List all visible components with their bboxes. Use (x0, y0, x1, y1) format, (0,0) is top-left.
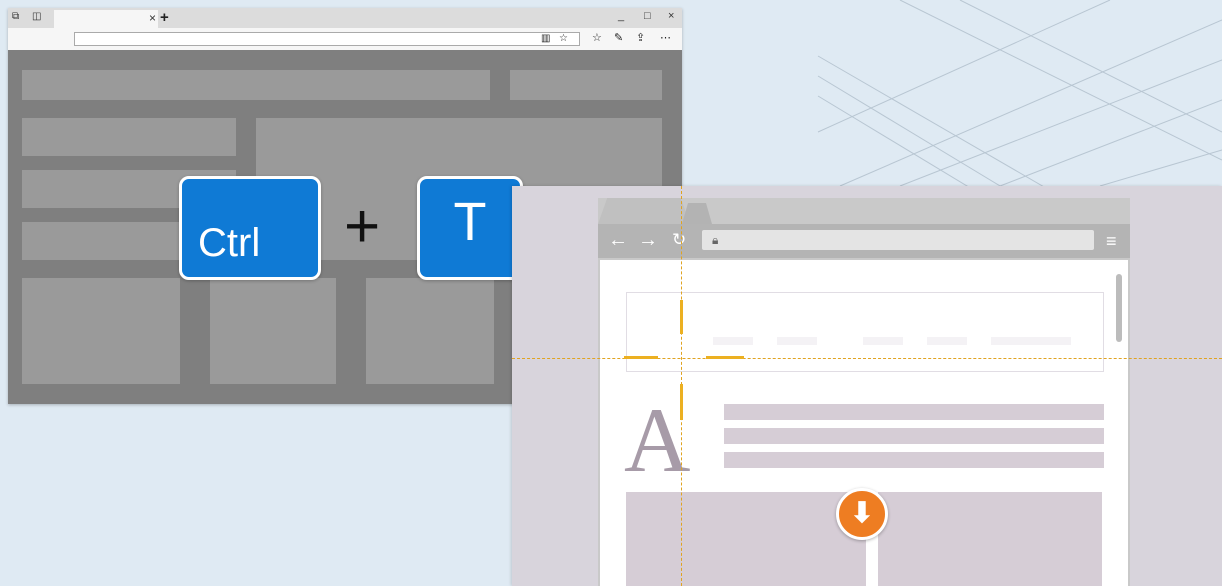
placeholder-sidebar-1 (22, 118, 236, 156)
page-header-placeholder (626, 292, 1104, 372)
faint-nav-item (863, 337, 903, 345)
close-window-icon[interactable]: × (668, 11, 674, 22)
maximize-icon[interactable]: □ (644, 11, 651, 22)
minimize-icon[interactable]: _ (618, 11, 624, 22)
placeholder-header-right (510, 70, 662, 100)
placeholder-card-1 (22, 278, 180, 384)
placeholder-card-2 (210, 278, 336, 384)
content-block-right (878, 492, 1102, 586)
ctrl-key: Ctrl (179, 176, 321, 280)
forward-arrow-icon[interactable]: → (638, 230, 658, 250)
edge-tab[interactable]: × (54, 10, 158, 28)
faint-nav-item (713, 337, 753, 345)
chrome-toolbar: ← → ↻ 🔒︎ ≡ (598, 224, 1130, 258)
lock-icon: 🔒︎ (712, 233, 719, 247)
menu-icon[interactable]: ≡ (1106, 232, 1117, 250)
highlight-marker (624, 356, 658, 359)
notes-pen-icon[interactable]: ✎ (614, 32, 623, 44)
tab-preview-icon[interactable]: ⧉ (12, 12, 22, 22)
faint-nav-item (927, 337, 967, 345)
set-aside-tabs-icon[interactable]: ◫ (32, 12, 42, 22)
text-line-placeholder (724, 452, 1104, 468)
new-tab-icon[interactable]: + (160, 10, 169, 25)
content-block-left (626, 492, 866, 586)
close-tab-icon[interactable]: × (149, 12, 156, 24)
caret-marker (680, 300, 683, 334)
t-key: T (417, 176, 523, 280)
alignment-guide-horizontal (512, 358, 1222, 359)
back-arrow-icon[interactable]: ← (608, 230, 628, 250)
edge-tab-bar: ⧉ ◫ × + _ □ × (8, 8, 682, 28)
chrome-inactive-tab[interactable] (682, 203, 712, 224)
caret-marker (680, 384, 683, 420)
chrome-active-tab[interactable] (598, 198, 690, 224)
download-arrow-icon: ⬇ (850, 497, 874, 528)
placeholder-header (22, 70, 490, 100)
favorites-hub-icon[interactable]: ☆ (592, 32, 602, 44)
share-icon[interactable]: ⇪ (636, 32, 645, 44)
edge-address-bar-row: ▥ ☆ ☆ ✎ ⇪ ⋯ (8, 28, 682, 50)
highlight-marker (706, 356, 744, 359)
edge-address-field[interactable]: ▥ ☆ (74, 32, 580, 46)
placeholder-card-3 (366, 278, 494, 384)
scrollbar-thumb[interactable] (1116, 274, 1122, 342)
text-line-placeholder (724, 404, 1104, 420)
ctrl-key-label: Ctrl (198, 221, 261, 265)
t-key-label: T (453, 192, 487, 252)
chrome-omnibox[interactable]: 🔒︎ (702, 230, 1094, 250)
reading-view-icon[interactable]: ▥ (541, 33, 550, 45)
faint-nav-item (777, 337, 817, 345)
reload-icon[interactable]: ↻ (672, 230, 686, 250)
faint-nav-item (991, 337, 1071, 345)
favorite-star-icon[interactable]: ☆ (559, 33, 568, 45)
text-line-placeholder (724, 428, 1104, 444)
more-icon[interactable]: ⋯ (660, 32, 671, 44)
download-button[interactable]: ⬇ (836, 488, 888, 540)
plus-sign: + (344, 192, 381, 261)
